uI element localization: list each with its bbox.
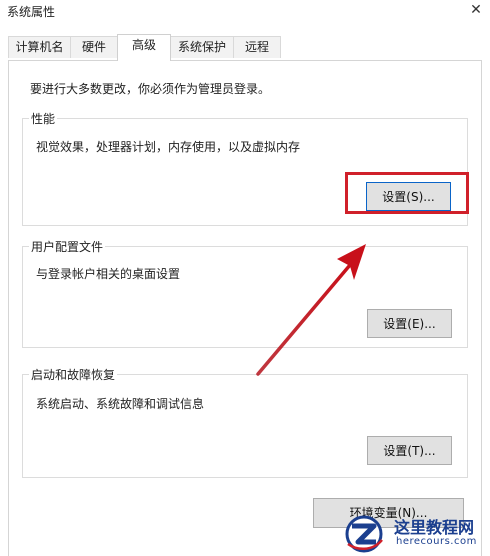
annotation-arrow xyxy=(256,244,366,376)
watermark-logo-icon xyxy=(345,515,383,553)
watermark-url: herecours.com xyxy=(396,536,477,547)
tab-advanced[interactable]: 高级 xyxy=(117,34,171,61)
watermark: 这里教程网 herecours.com xyxy=(342,512,488,556)
watermark-site-name: 这里教程网 xyxy=(394,518,475,537)
